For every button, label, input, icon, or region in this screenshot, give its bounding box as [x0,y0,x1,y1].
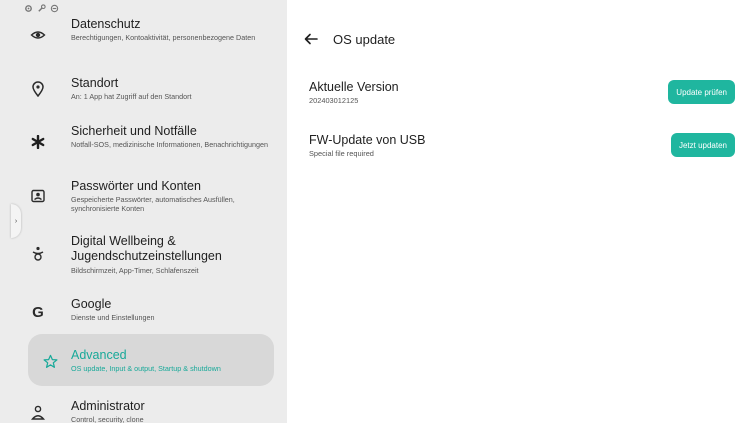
sidebar-item-administrator[interactable]: Administrator Control, security, clone [28,399,274,423]
sidebar-item-safety[interactable]: Sicherheit und Notfälle Notfall-SOS, med… [28,124,274,149]
sidebar-item-accounts[interactable]: Passwörter und Konten Gespeicherte Passw… [28,179,274,213]
status-bar [24,2,59,14]
administrator-person-icon [28,403,48,423]
sidebar-item-label: Google [71,297,112,311]
sidebar-item-label: Standort [71,76,119,90]
asterisk-icon [28,132,48,152]
sidebar-item-privacy[interactable]: Datenschutz Berechtigungen, Kontoaktivit… [28,17,274,42]
settings-window: Datenschutz Berechtigungen, Kontoaktivit… [0,0,749,423]
current-version-row: Aktuelle Version 202403012125 Update prü… [309,80,735,108]
sidebar-item-subtitle: Berechtigungen, Kontoaktivität, personen… [71,33,256,42]
sidebar-item-subtitle: Control, security, clone [71,415,144,423]
sidebar-item-google[interactable]: G Google Dienste und Einstellungen [28,297,274,322]
sidebar-item-label: Digital Wellbeing & Jugendschutzeinstell… [71,234,222,263]
sidebar-item-subtitle: An: 1 App hat Zugriff auf den Standort [71,92,192,101]
location-icon [50,4,59,13]
edge-panel-handle[interactable]: › [11,204,21,238]
location-pin-icon [28,79,48,99]
wellbeing-icon [28,244,48,264]
sidebar-item-wellbeing[interactable]: Digital Wellbeing & Jugendschutzeinstell… [28,234,274,275]
sidebar-item-label: Advanced [71,348,127,362]
check-update-button[interactable]: Update prüfen [668,80,735,104]
sidebar-item-subtitle: Notfall-SOS, medizinische Informationen,… [71,140,268,149]
sidebar-item-subtitle: OS update, Input & output, Startup & shu… [71,364,221,373]
back-arrow-icon[interactable] [303,31,319,47]
page-title: OS update [333,31,396,47]
sidebar-item-label: Datenschutz [71,17,141,31]
settings-gear-icon [24,4,33,13]
sidebar-item-label: Sicherheit und Notfälle [71,124,197,138]
wrench-icon [37,3,46,13]
sidebar-item-advanced[interactable]: Advanced OS update, Input & output, Star… [28,334,274,386]
sidebar-item-label: Administrator [71,399,145,413]
settings-sidebar: Datenschutz Berechtigungen, Kontoaktivit… [0,0,287,423]
advanced-star-icon [40,351,60,371]
google-g-icon: G [32,303,44,321]
sidebar-item-location[interactable]: Standort An: 1 App hat Zugriff auf den S… [28,76,274,101]
sidebar-item-subtitle: Bildschirmzeit, App-Timer, Schlafenszeit [71,266,199,275]
page-header: OS update [303,28,395,50]
usb-update-row: FW-Update von USB Special file required … [309,133,735,161]
chevron-right-icon: › [14,217,18,225]
os-update-panel: OS update Aktuelle Version 202403012125 … [287,0,749,423]
sidebar-item-subtitle: Gespeicherte Passwörter, automatisches A… [71,195,235,213]
sidebar-item-subtitle: Dienste und Einstellungen [71,313,155,322]
sidebar-item-label: Passwörter und Konten [71,179,201,193]
account-card-icon [28,186,48,206]
privacy-eye-icon [28,25,48,45]
update-now-button[interactable]: Jetzt updaten [670,133,735,157]
